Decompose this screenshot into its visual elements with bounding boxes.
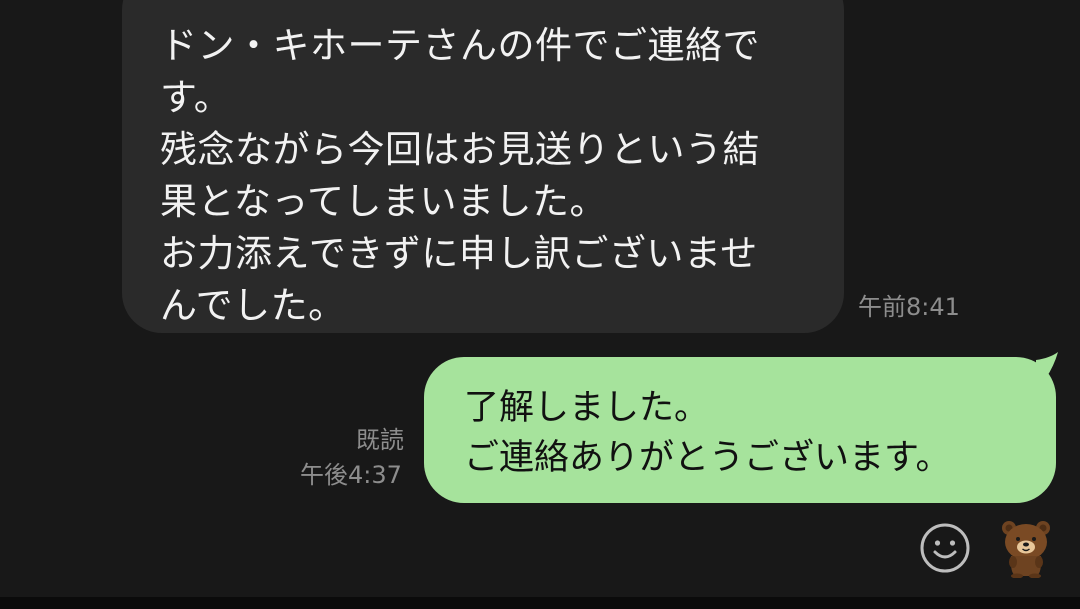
- sticker-button[interactable]: [998, 516, 1054, 579]
- outgoing-message-bubble[interactable]: 了解しました。 ご連絡ありがとうございます。: [424, 357, 1056, 503]
- message-text-line: ご連絡ありがとうございます。: [464, 438, 951, 478]
- bottom-bar: [0, 597, 1080, 609]
- message-text-line: 残念ながら今回はお見送りという結: [160, 128, 760, 171]
- incoming-message-bubble[interactable]: ドン・キホーテさんの件でご連絡で す。 残念ながら今回はお見送りという結 果とな…: [122, 0, 844, 333]
- incoming-message-time: 午前8:41: [858, 293, 960, 321]
- outgoing-message-time: 午後4:37: [300, 461, 402, 489]
- message-text-line: お力添えできずに申し訳ございませ: [160, 232, 758, 275]
- message-text-line: 果となってしまいました。: [160, 180, 608, 223]
- smiley-icon: [920, 523, 970, 573]
- message-text-line: 了解しました。: [464, 388, 710, 428]
- emoji-reaction-button[interactable]: [919, 522, 971, 574]
- message-text-line: す。: [160, 76, 232, 119]
- message-text-line: ドン・キホーテさんの件でご連絡で: [160, 24, 760, 67]
- message-text-line: んでした。: [160, 284, 346, 327]
- chat-view: ドン・キホーテさんの件でご連絡で す。 残念ながら今回はお見送りという結 果とな…: [0, 0, 1080, 597]
- read-status: 既読: [356, 426, 404, 454]
- bear-sticker-icon: [1002, 521, 1050, 579]
